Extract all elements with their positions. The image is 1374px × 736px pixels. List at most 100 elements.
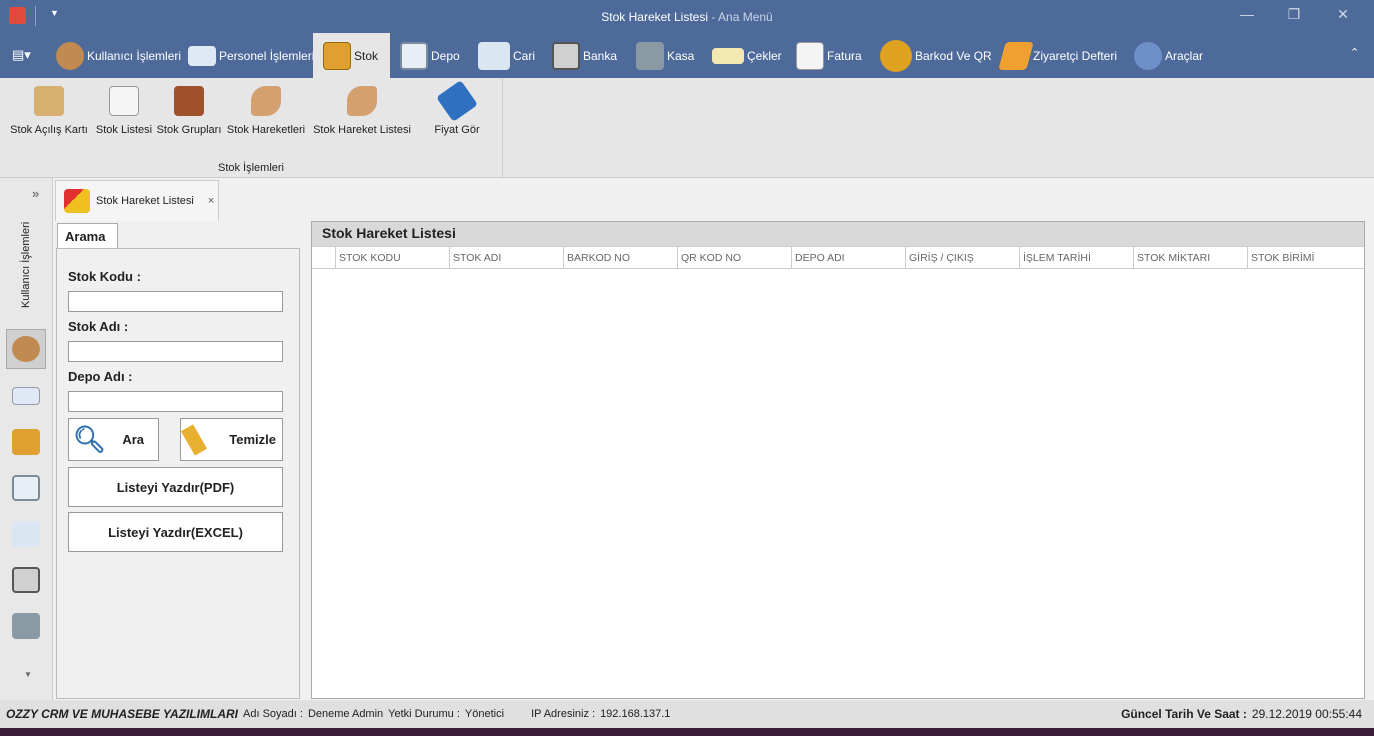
stok-listesi-button[interactable]: Stok Listesi — [94, 86, 154, 136]
check-icon — [712, 47, 744, 64]
nav-caption: Kullanıcı İşlemleri — [20, 221, 32, 308]
tab-fatura[interactable]: Fatura — [792, 33, 866, 78]
guestbook-icon — [998, 41, 1034, 70]
window-icon — [64, 189, 90, 213]
stok-hareketleri-button[interactable]: Stok Hareketleri — [224, 86, 308, 136]
stok-hareket-listesi-button[interactable]: Stok Hareket Listesi — [312, 86, 412, 136]
ribbon-group-label: Stok İşlemleri — [217, 162, 285, 174]
column-header[interactable]: DEPO ADI — [792, 247, 906, 268]
minimize-icon[interactable]: — — [1237, 6, 1257, 26]
column-header[interactable]: GİRİŞ / ÇIKIŞ — [906, 247, 1020, 268]
user-name: Deneme Admin — [307, 708, 384, 720]
nav-cari[interactable] — [6, 514, 46, 554]
safe-icon — [636, 41, 664, 70]
broom-icon — [180, 423, 208, 456]
grid-caption: Stok Hareket Listesi — [312, 222, 1364, 246]
crate-icon — [323, 41, 351, 70]
nav-kasa[interactable] — [6, 606, 46, 646]
taskbar-strip — [0, 728, 1374, 736]
gears-icon — [1134, 41, 1162, 70]
invoice-icon — [796, 41, 824, 70]
grid-header: STOK KODU STOK ADI BARKOD NO QR KOD NO D… — [312, 246, 1364, 269]
search-panel: Stok Kodu : Stok Adı : Depo Adı : 🔍︎ Ara … — [56, 248, 300, 699]
house-icon — [12, 475, 40, 501]
nav-stok[interactable] — [6, 422, 46, 462]
column-header[interactable]: STOK ADI — [450, 247, 564, 268]
bank-icon — [552, 41, 580, 70]
close-tab-icon[interactable]: × — [208, 195, 214, 207]
temizle-button[interactable]: Temizle — [180, 418, 283, 461]
crate-icon — [12, 429, 40, 455]
window-title: Stok Hareket Listesi - Ana Menü — [601, 10, 773, 24]
app-menu-icon[interactable]: ▤▾ — [12, 47, 31, 63]
ara-button[interactable]: 🔍︎ Ara — [68, 418, 159, 461]
boxes-icon — [34, 86, 64, 116]
stok-kodu-input[interactable] — [68, 291, 283, 312]
house-icon — [400, 41, 428, 70]
company-name: OZZY CRM VE MUHASEBE YAZILIMLARI — [6, 707, 239, 721]
column-header[interactable]: STOK MİKTARI — [1134, 247, 1248, 268]
badge-icon — [12, 521, 40, 547]
arama-tab[interactable]: Arama — [57, 223, 118, 249]
nav-personel[interactable] — [6, 376, 46, 416]
document-tab-label: Stok Hareket Listesi — [96, 195, 194, 207]
tab-depo[interactable]: Depo — [396, 33, 464, 78]
column-header[interactable]: BARKOD NO — [564, 247, 678, 268]
tab-stok[interactable]: Stok — [313, 33, 390, 78]
collapse-ribbon-icon[interactable]: ⌃ — [1350, 46, 1359, 59]
status-bar: OZZY CRM VE MUHASEBE YAZILIMLARI Adı Soy… — [0, 700, 1374, 728]
id-card-icon — [12, 387, 40, 405]
navigation-pane: » Kullanıcı İşlemleri ▼ — [0, 178, 53, 700]
current-datetime: 29.12.2019 00:55:44 — [1251, 707, 1362, 721]
nav-kullanici[interactable] — [6, 329, 46, 369]
tab-cari[interactable]: Cari — [474, 33, 539, 78]
id-card-icon — [188, 45, 216, 66]
tab-kullanici-islemleri[interactable]: Kullanıcı İşlemleri — [52, 33, 185, 78]
tab-banka[interactable]: Banka — [548, 33, 621, 78]
expand-pane-icon[interactable]: » — [32, 186, 39, 201]
stok-hareket-grid: Stok Hareket Listesi STOK KODU STOK ADI … — [311, 221, 1365, 699]
stok-gruplari-button[interactable]: Stok Grupları — [156, 86, 222, 136]
user-info-icon — [56, 41, 84, 70]
name-label: Adı Soyadı : — [243, 708, 303, 720]
depo-adi-input[interactable] — [68, 391, 283, 412]
tab-ziyaretci-defteri[interactable]: Ziyaretçi Defteri — [998, 33, 1121, 78]
hand-truck-icon — [251, 86, 281, 116]
group-separator — [502, 78, 503, 178]
title-bar: ▼ Stok Hareket Listesi - Ana Menü — ❐ ✕ — [0, 0, 1374, 33]
role-label: Yetki Durumu : — [388, 708, 460, 720]
column-header[interactable]: STOK BİRİMİ — [1248, 247, 1362, 268]
column-header[interactable]: İŞLEM TARİHİ — [1020, 247, 1134, 268]
magnifier-icon: 🔍︎ — [73, 424, 107, 454]
fiyat-gor-button[interactable]: Fiyat Gör — [430, 80, 484, 136]
nav-banka[interactable] — [6, 560, 46, 600]
column-header[interactable]: STOK KODU — [336, 247, 450, 268]
list-edit-icon — [109, 86, 139, 116]
ribbon-tabs: ▤▾ Kullanıcı İşlemleri Personel İşlemler… — [0, 33, 1374, 78]
restore-icon[interactable]: ❐ — [1284, 6, 1304, 26]
tab-kasa[interactable]: Kasa — [632, 33, 698, 78]
bank-icon — [12, 567, 40, 593]
hand-truck-icon — [347, 86, 377, 116]
barcode-icon — [880, 39, 912, 72]
tab-araclar[interactable]: Araçlar — [1130, 33, 1207, 78]
date-label: Güncel Tarih Ve Saat : — [1121, 707, 1247, 721]
column-header[interactable]: QR KOD NO — [678, 247, 792, 268]
close-icon[interactable]: ✕ — [1333, 6, 1353, 26]
stok-acilis-karti-button[interactable]: Stok Açılış Kartı — [8, 86, 90, 136]
price-tag-icon — [436, 80, 478, 122]
document-tab[interactable]: Stok Hareket Listesi × — [55, 180, 219, 221]
tab-barkod-ve-qr[interactable]: Barkod Ve QR — [876, 33, 996, 78]
user-role: Yönetici — [464, 708, 505, 720]
tab-personel-islemleri[interactable]: Personel İşlemleri — [184, 33, 318, 78]
scroll-down-icon[interactable]: ▼ — [24, 670, 32, 679]
user-info-icon — [12, 336, 40, 362]
ip-label: IP Adresiniz : — [531, 708, 596, 720]
tab-cekler[interactable]: Çekler — [708, 33, 786, 78]
row-indicator-header — [312, 247, 336, 268]
print-excel-button[interactable]: Listeyi Yazdır(EXCEL) — [68, 512, 283, 552]
stok-adi-input[interactable] — [68, 341, 283, 362]
ip-address: 192.168.137.1 — [600, 708, 671, 720]
nav-depo[interactable] — [6, 468, 46, 508]
print-pdf-button[interactable]: Listeyi Yazdır(PDF) — [68, 467, 283, 507]
